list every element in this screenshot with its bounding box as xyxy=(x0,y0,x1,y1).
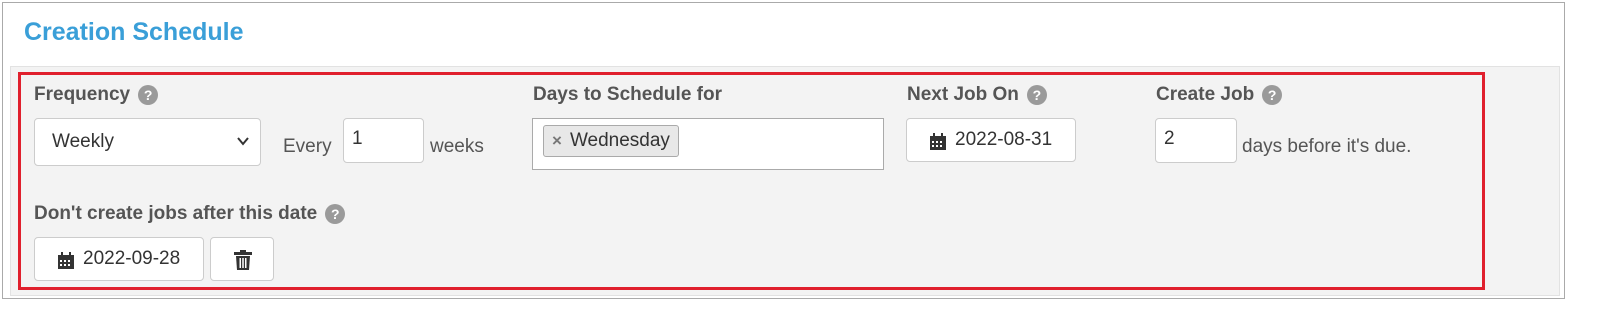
section-title: Creation Schedule xyxy=(24,18,244,46)
highlight-box xyxy=(18,72,1485,290)
